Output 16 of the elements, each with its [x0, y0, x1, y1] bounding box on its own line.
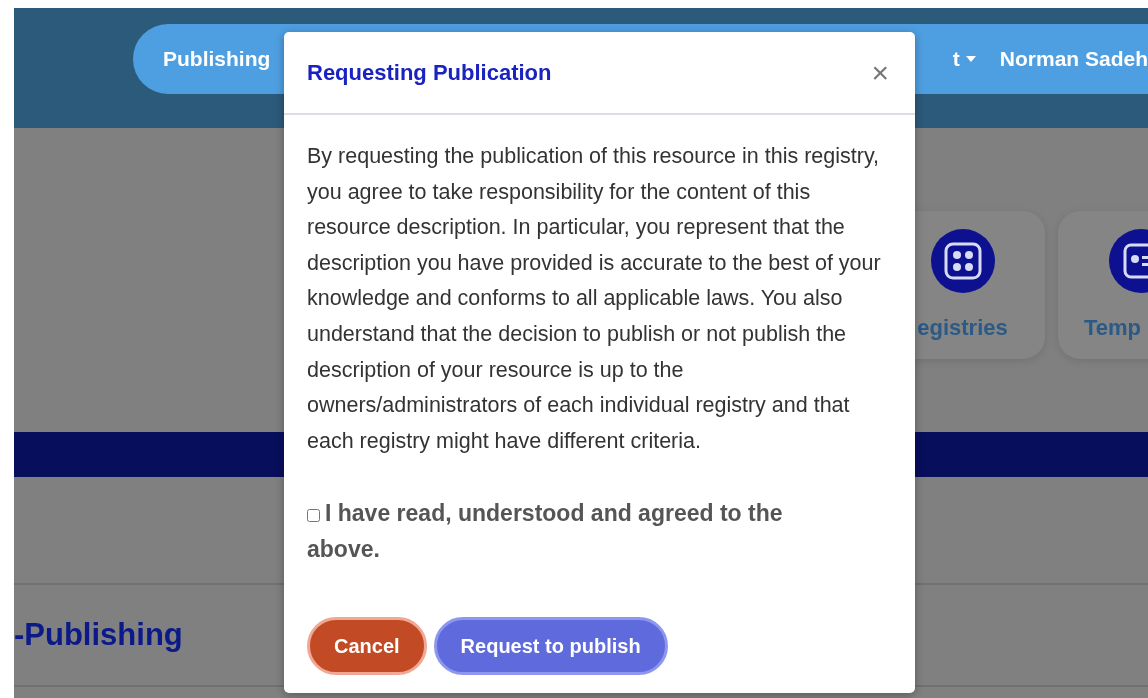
caret-icon — [965, 56, 976, 62]
dialog-text: By requesting the publication of this resource in this registry, you agree to take responsibility for the content of this resource description. In particular, you represent that the description you have provided is accurate to the best of your knowledge and conforms to all applicable laws. You also understand that the decision to publish or not publish the description of your resource is up to the owners/administrators of each individual registry and that each registry might have different criteria. — [307, 143, 882, 455]
dialog-title: Requesting Publication — [307, 59, 552, 86]
card-label: Temp — [1083, 315, 1142, 341]
cancel-button[interactable]: Cancel — [307, 617, 427, 676]
section-heading: -Publishing — [14, 617, 183, 653]
agreement-checkbox[interactable] — [307, 508, 320, 522]
nav-link[interactable]: t — [952, 47, 976, 71]
nav-link[interactable]: Norman Sadeh — [999, 47, 1148, 71]
submit-button[interactable]: Request to publish — [433, 617, 668, 676]
close-button[interactable]: × — [867, 57, 893, 88]
agreement-label[interactable]: I have read, understood and agreed to the above. — [307, 495, 891, 568]
feature-card[interactable]: Temp — [1058, 211, 1148, 359]
nav-link[interactable]: Publishing — [163, 47, 271, 71]
network-icon — [930, 229, 995, 293]
card-label: egistries — [917, 315, 1008, 341]
